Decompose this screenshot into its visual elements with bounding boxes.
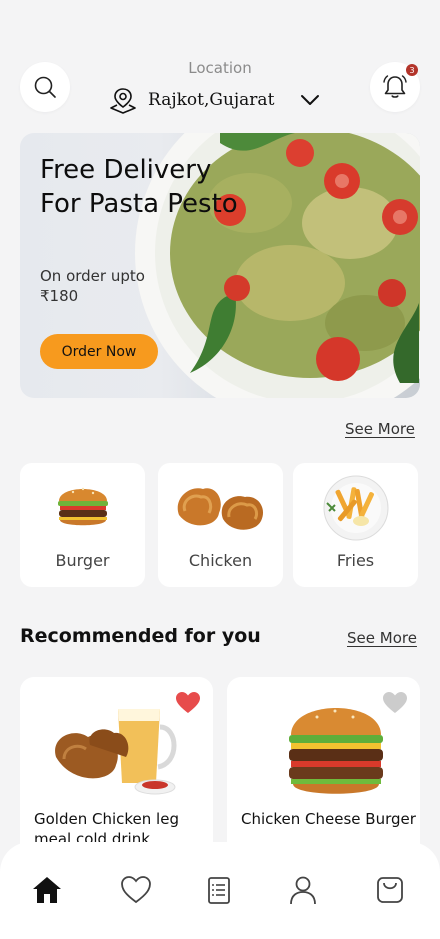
location-value: Rajkot,Gujarat <box>148 90 275 110</box>
categories-see-more-link[interactable]: See More <box>345 420 415 438</box>
search-icon <box>34 76 56 98</box>
chicken-image <box>177 488 263 530</box>
heart-filled-icon[interactable] <box>175 691 201 715</box>
food-name: Chicken Cheese Burger <box>241 810 416 828</box>
heart-icon[interactable] <box>120 875 152 905</box>
header: Location Rajkot,Gujarat 3 <box>0 59 440 116</box>
profile-icon[interactable] <box>288 875 318 905</box>
promo-banner[interactable]: Free Delivery For Pasta Pesto On order u… <box>20 133 420 398</box>
recommended-title: Recommended for you <box>20 625 261 647</box>
burger-image <box>57 487 108 526</box>
map-pin-icon <box>110 88 136 114</box>
chevron-down-icon[interactable] <box>300 94 320 106</box>
notification-badge: 3 <box>406 64 418 76</box>
fries-image <box>323 475 388 541</box>
category-label: Fries <box>336 551 375 570</box>
category-card-fries[interactable]: Fries <box>293 463 418 587</box>
recommended-see-more-link[interactable]: See More <box>347 629 417 647</box>
banner-title: Free Delivery For Pasta Pesto <box>40 155 238 219</box>
category-label: Chicken <box>188 551 253 570</box>
location-selector[interactable]: Rajkot,Gujarat <box>108 84 334 116</box>
bottom-navigation <box>0 842 440 939</box>
category-label: Burger <box>55 551 110 570</box>
orders-icon[interactable] <box>206 875 232 905</box>
bell-icon <box>383 75 407 98</box>
banner-subtitle: On order upto ₹180 <box>40 267 145 305</box>
category-card-chicken[interactable]: Chicken <box>158 463 283 587</box>
order-now-button[interactable]: Order Now <box>40 334 158 369</box>
home-icon[interactable] <box>31 875 63 905</box>
cart-icon[interactable] <box>376 875 404 905</box>
heart-outline-icon[interactable] <box>382 691 408 715</box>
notifications-button[interactable]: 3 <box>370 62 420 112</box>
category-card-burger[interactable]: Burger <box>20 463 145 587</box>
